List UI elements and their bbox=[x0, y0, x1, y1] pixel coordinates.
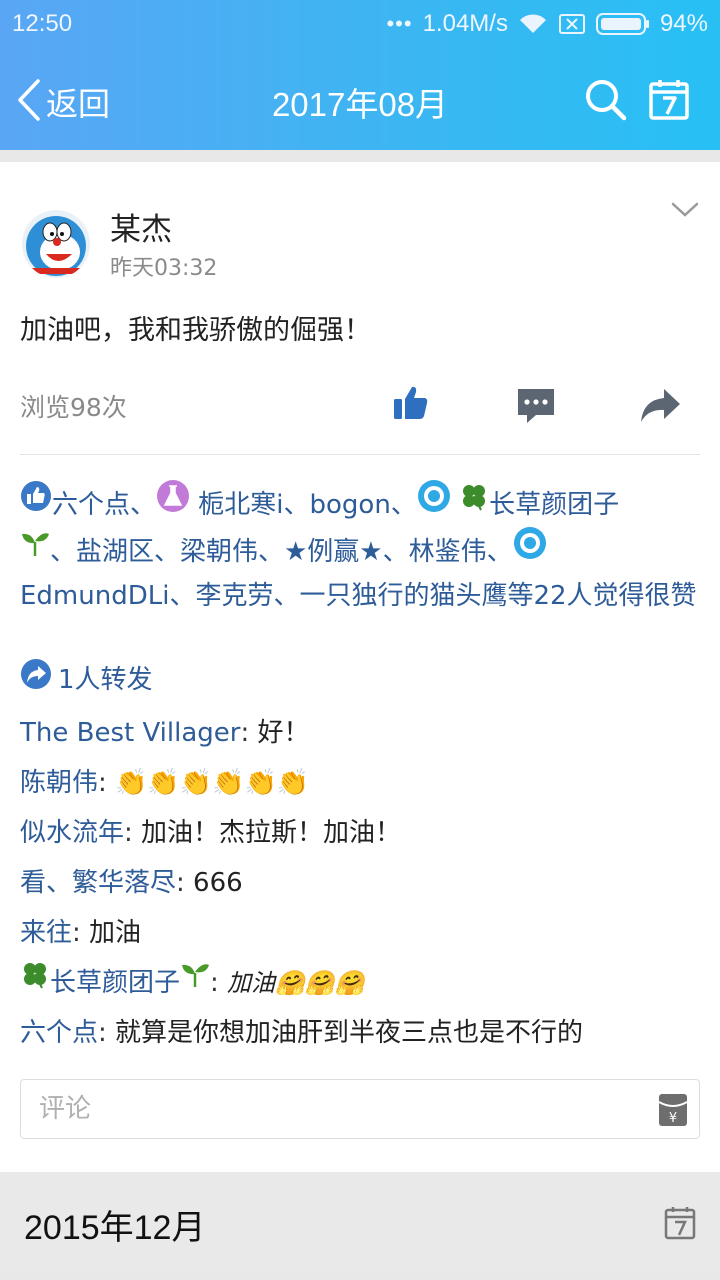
comment-bubble-icon bbox=[515, 389, 557, 430]
divider bbox=[20, 454, 700, 455]
liker-names-4[interactable]: 、盐湖区、梁朝伟、★例赢★、林鉴伟、 bbox=[50, 537, 513, 567]
comment-item[interactable]: 长草颜团子 : 加油🤗🤗🤗 bbox=[20, 958, 700, 1008]
flask-avatar-icon bbox=[156, 479, 190, 526]
comment-author[interactable]: The Best Villager bbox=[20, 713, 240, 753]
liker-names-2[interactable]: 栀北寒i、bogon、 bbox=[190, 490, 417, 520]
comment-button[interactable] bbox=[515, 386, 557, 430]
status-bar: 12:50 ••• 1.04M/s 94% bbox=[0, 0, 720, 50]
comment-author[interactable]: 看、繁华落尽 bbox=[20, 863, 176, 903]
thumbs-up-circle-icon bbox=[20, 480, 52, 525]
post-author[interactable]: 某杰 bbox=[110, 204, 172, 249]
red-packet-button[interactable]: ¥ bbox=[657, 1092, 689, 1132]
comment-author[interactable]: 来往 bbox=[20, 913, 72, 953]
liker-names-3[interactable]: 长草颜团子 bbox=[489, 490, 619, 520]
likes-list: 六个点、 栀北寒i、bogon、 长草颜团子 、盐湖区、梁朝伟、★例赢★、林鉴伟… bbox=[20, 479, 704, 617]
liker-names-5[interactable]: EdmundDLi、李克劳、一只独行的猫头鹰等22人觉得很赞 bbox=[20, 581, 697, 611]
wifi-icon bbox=[518, 13, 548, 35]
month-calendar-button[interactable] bbox=[664, 1206, 696, 1244]
comment-input-box: ¥ bbox=[20, 1079, 700, 1139]
calendar-button[interactable] bbox=[648, 78, 690, 126]
comment-text: 加油🤗🤗🤗 bbox=[227, 969, 365, 997]
comment-author[interactable]: 似水流年 bbox=[20, 813, 124, 853]
comment-item[interactable]: The Best Villager: 好！ bbox=[20, 708, 700, 758]
status-right: ••• 1.04M/s 94% bbox=[386, 10, 708, 38]
comment-list: The Best Villager: 好！ 陈朝伟: 👏👏👏👏👏👏 似水流年: … bbox=[20, 708, 700, 1058]
share-arrow-icon bbox=[638, 389, 682, 428]
comment-item[interactable]: 六个点: 就算是你想加油肝到半夜三点也是不行的 bbox=[20, 1008, 700, 1058]
comment-text: 加油！杰拉斯！加油！ bbox=[141, 818, 402, 848]
comment-author[interactable]: 陈朝伟 bbox=[20, 763, 98, 803]
comment-author[interactable]: 长草颜团子 bbox=[50, 963, 180, 1003]
top-bar: 12:50 ••• 1.04M/s 94% 返回 2017年08月 bbox=[0, 0, 720, 150]
post-content: 加油吧，我和我骄傲的倔强！ bbox=[20, 315, 371, 346]
comment-text: 666 bbox=[193, 868, 243, 898]
liker-names-1[interactable]: 六个点、 bbox=[52, 490, 156, 520]
clover-icon bbox=[20, 959, 50, 1001]
sprout-icon bbox=[20, 528, 50, 571]
comment-item[interactable]: 似水流年: 加油！杰拉斯！加油！ bbox=[20, 808, 700, 858]
ring-avatar-icon-2 bbox=[513, 526, 547, 573]
comment-input[interactable] bbox=[21, 1080, 641, 1138]
comment-item[interactable]: 看、繁华落尽: 666 bbox=[20, 858, 700, 908]
month-label: 2015年12月 bbox=[24, 1209, 206, 1247]
forward-info[interactable]: 1人转发 bbox=[20, 658, 153, 697]
comment-text: 加油 bbox=[89, 918, 142, 948]
battery-percent: 94% bbox=[659, 10, 708, 37]
post-card: 某杰 昨天03:32 加油吧，我和我骄傲的倔强！ 浏览98次 六个点、 栀北寒i… bbox=[0, 162, 720, 1172]
share-button[interactable] bbox=[638, 386, 682, 428]
nav-bar: 返回 2017年08月 bbox=[0, 60, 720, 140]
like-button[interactable] bbox=[392, 384, 430, 426]
thumbs-up-icon bbox=[392, 386, 430, 426]
sprout-icon bbox=[180, 959, 210, 1001]
comment-text: 👏👏👏👏👏👏 bbox=[115, 768, 310, 798]
search-icon bbox=[584, 80, 628, 126]
chevron-down-icon bbox=[670, 202, 700, 224]
more-options-button[interactable] bbox=[670, 200, 700, 224]
month-section-header: 2015年12月 bbox=[0, 1174, 720, 1270]
forward-label: 1人转发 bbox=[58, 665, 153, 695]
status-dots: ••• bbox=[386, 11, 413, 36]
avatar[interactable] bbox=[22, 210, 90, 278]
calendar-icon bbox=[664, 1207, 696, 1244]
calendar-icon bbox=[648, 80, 690, 126]
svg-text:¥: ¥ bbox=[669, 1111, 677, 1126]
network-speed: 1.04M/s bbox=[422, 10, 508, 37]
battery-icon bbox=[595, 12, 650, 36]
no-sim-icon bbox=[558, 13, 586, 35]
comment-author[interactable]: 六个点 bbox=[20, 1013, 98, 1053]
comment-text: 好！ bbox=[257, 718, 310, 748]
view-count: 浏览98次 bbox=[20, 393, 127, 422]
clover-icon bbox=[459, 481, 489, 524]
search-button[interactable] bbox=[584, 78, 628, 126]
post-time: 昨天03:32 bbox=[110, 256, 218, 281]
forward-circle-icon bbox=[20, 658, 52, 697]
status-time: 12:50 bbox=[12, 10, 73, 37]
comment-text: 就算是你想加油肝到半夜三点也是不行的 bbox=[115, 1018, 584, 1048]
comment-item[interactable]: 陈朝伟: 👏👏👏👏👏👏 bbox=[20, 758, 700, 808]
ring-avatar-icon bbox=[417, 479, 451, 526]
comment-item[interactable]: 来往: 加油 bbox=[20, 908, 700, 958]
